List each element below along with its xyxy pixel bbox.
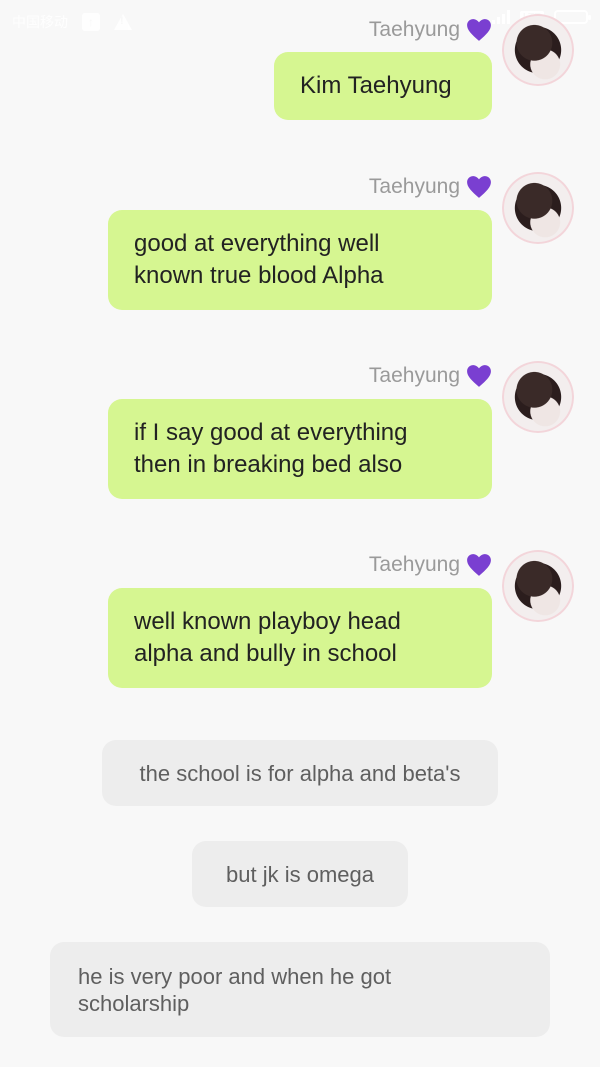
sender-row: Taehyung [369, 551, 492, 579]
avatar[interactable] [502, 172, 574, 244]
message-text: good at everything well known true blood… [134, 230, 384, 289]
sender-name: Taehyung [368, 553, 460, 576]
message-bubble: well known playboy head alpha and bully … [108, 588, 492, 688]
narration-text: but jk is omega [226, 861, 374, 887]
sender-row: Taehyung [369, 16, 492, 44]
heart-icon [467, 19, 491, 41]
narration-text: he is very poor and when he got scholars… [78, 963, 392, 1016]
carrier-label: 中国移动 [12, 14, 68, 30]
sender-name: Taehyung [368, 18, 460, 41]
narration-text: the school is for alpha and beta's [139, 760, 461, 786]
status-left: 中国移动 ↑ [12, 12, 132, 32]
message-bubble: if I say good at everything then in brea… [108, 399, 492, 499]
heart-icon [467, 176, 491, 198]
avatar[interactable] [502, 361, 574, 433]
sender-name: Taehyung [368, 175, 460, 198]
avatar[interactable] [502, 14, 574, 86]
message-bubble: good at everything well known true blood… [108, 210, 492, 310]
heart-icon [467, 365, 491, 387]
narration-bubble: but jk is omega [192, 841, 408, 907]
warning-icon [114, 14, 132, 30]
sender-row: Taehyung [369, 173, 492, 201]
message-text: Kim Taehyung [300, 72, 452, 99]
sender-name: Taehyung [368, 364, 460, 387]
message-text: if I say good at everything then in brea… [134, 419, 408, 478]
message-text: well known playboy head alpha and bully … [134, 608, 401, 667]
message-bubble: Kim Taehyung [274, 52, 492, 120]
signal-icon [491, 10, 510, 24]
heart-icon [467, 554, 491, 576]
narration-bubble: he is very poor and when he got scholars… [50, 942, 550, 1037]
upload-icon: ↑ [82, 13, 100, 31]
narration-bubble: the school is for alpha and beta's [102, 740, 498, 806]
sender-row: Taehyung [369, 362, 492, 390]
avatar[interactable] [502, 550, 574, 622]
